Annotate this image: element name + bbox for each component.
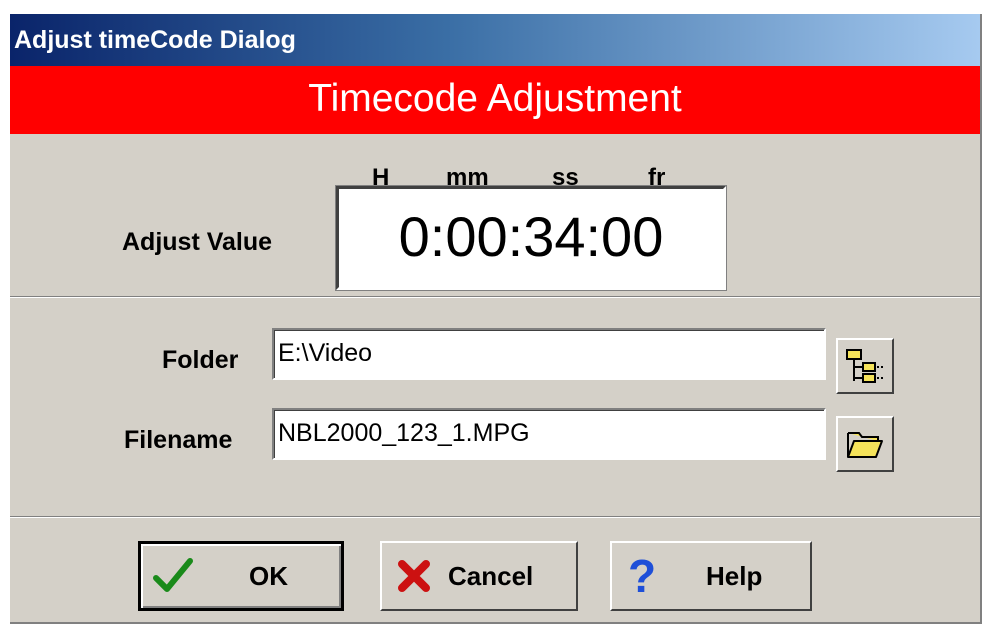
timecode-banner: Timecode Adjustment [10,66,980,134]
browse-folder-button[interactable] [836,338,894,394]
folder-input[interactable]: E:\Video [272,328,826,380]
browse-file-button[interactable] [836,416,894,472]
help-label: Help [706,560,763,591]
filename-label: Filename [124,426,233,454]
cancel-button[interactable]: Cancel [380,541,578,611]
divider-top [10,296,980,298]
open-folder-icon [847,432,883,458]
filename-input[interactable]: NBL2000_123_1.MPG [272,408,826,460]
ok-button[interactable]: OK [138,541,344,611]
banner-text: Timecode Adjustment [308,77,682,120]
x-icon [396,543,432,609]
ok-label: OK [249,560,288,591]
adjust-value-label: Adjust Value [122,228,273,256]
window-title: Adjust timeCode Dialog [14,26,296,54]
folder-label: Folder [162,346,239,374]
title-bar[interactable]: Adjust timeCode Dialog [10,14,980,66]
checkmark-icon [153,544,193,608]
divider-bottom [10,516,980,518]
cancel-label: Cancel [448,560,534,591]
adjust-timecode-dialog: Adjust timeCode Dialog Timecode Adjustme… [10,14,982,624]
help-button[interactable]: ? Help [610,541,812,611]
timecode-value-field[interactable]: 0:00:34:00 [336,186,726,290]
folder-tree-icon [846,349,883,383]
question-mark-icon: ? [628,550,657,602]
